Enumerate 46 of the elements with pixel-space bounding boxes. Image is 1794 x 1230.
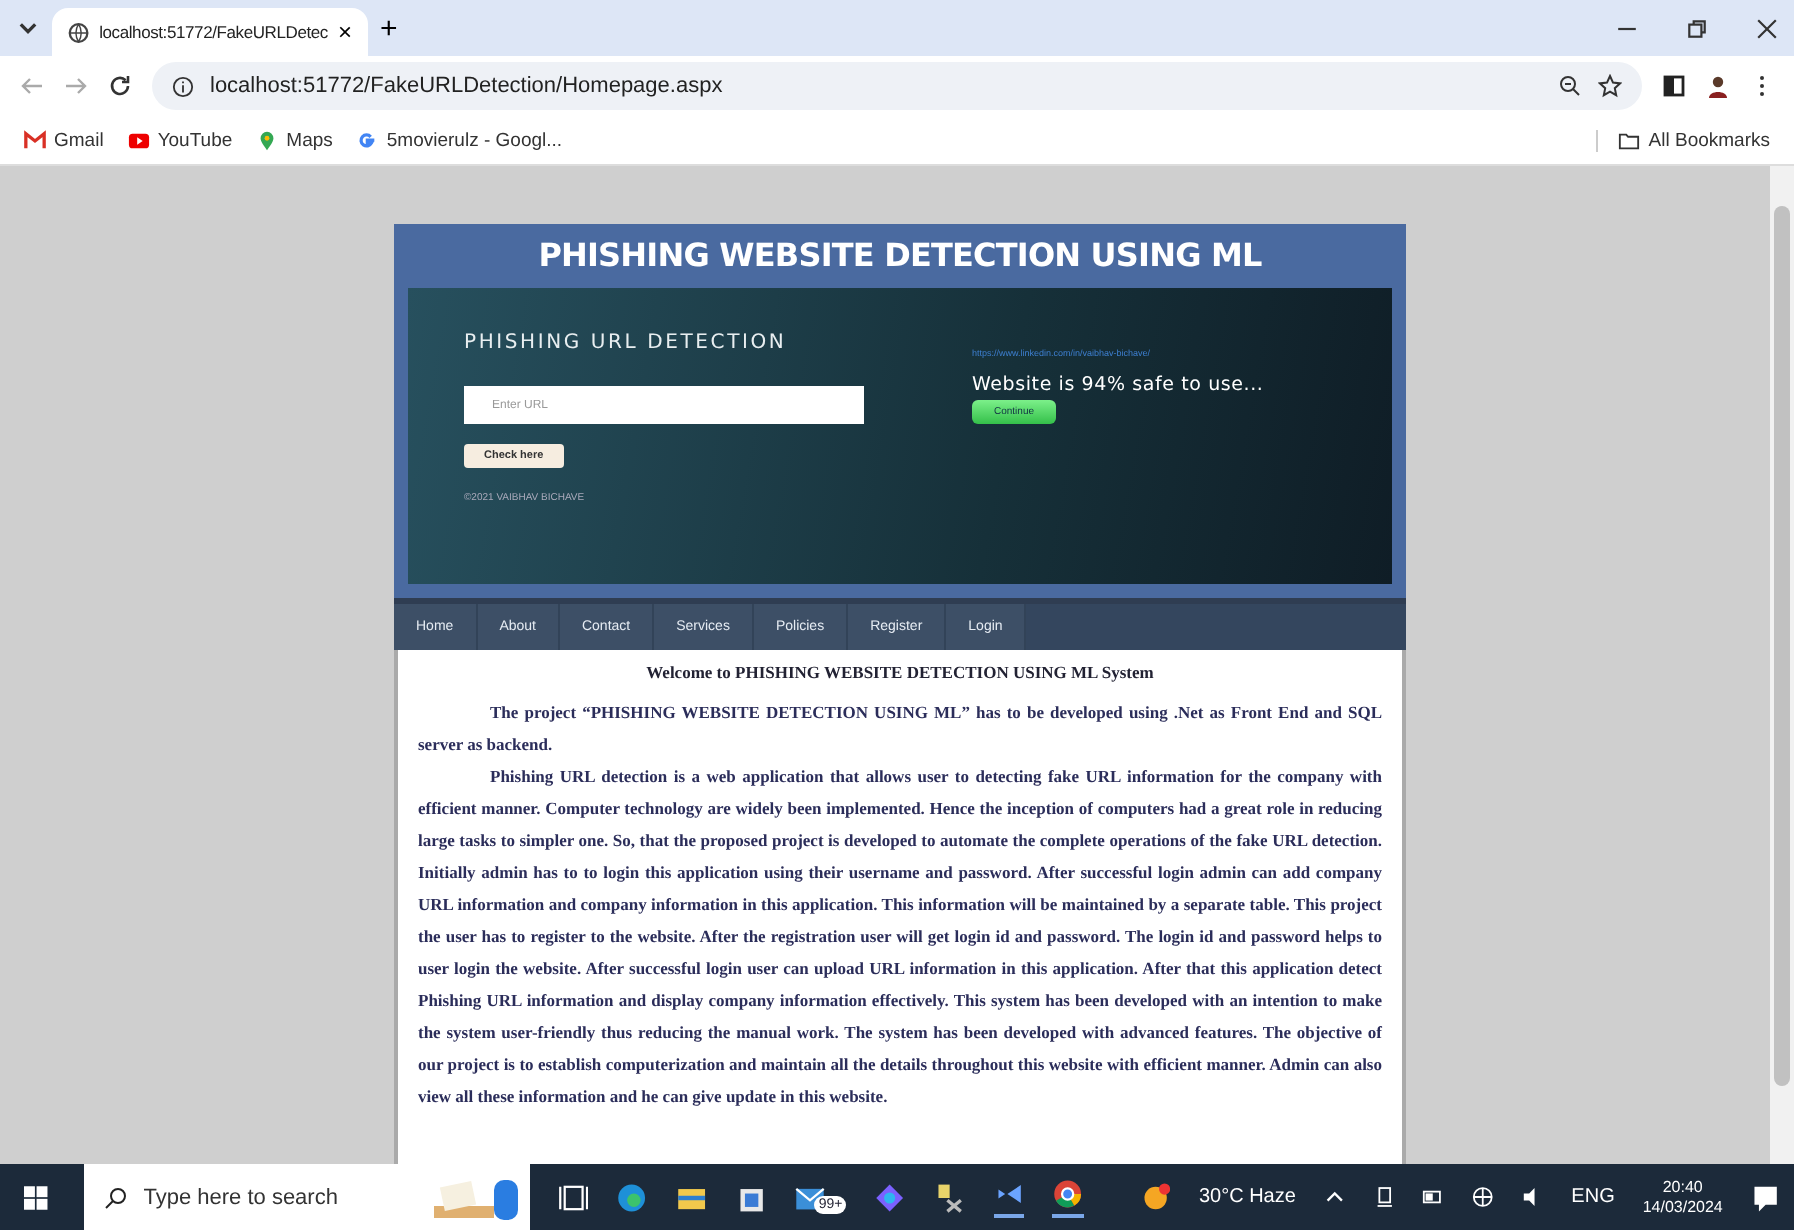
welcome-heading: Welcome to PHISHING WEBSITE DETECTION USING ML System (644, 662, 1156, 682)
language-indicator[interactable]: ENG (1571, 1186, 1615, 1208)
star-icon[interactable] (1598, 74, 1622, 98)
restore-icon[interactable] (1686, 17, 1708, 39)
bookmark[interactable]: Maps (256, 129, 333, 151)
clock[interactable]: 20:40 14/03/2024 (1642, 1178, 1723, 1216)
paragraph: The project “PHISHING WEBSITE DETECTION USING ML” has to be developed using .Net as Front End and SQL server as backend. (418, 700, 1382, 758)
youtube-icon (127, 129, 150, 151)
folder-icon (1618, 129, 1641, 151)
paragraph: Phishing URL detection is a web application that allows user to detecting fake URL information for the company with efficient manner. Computer technology are widely been implemented. Hence the inception of computers had a great role in reducing large tasks to simpler one. So, that the proposed project is developed to automate the complete operations of the fake URL detection. Initially admin has to to login this application using their username and password. After successful login admin can add company URL information and company information in this application. This information will be maintained by a separate table. This project the user has to register to the website. After the registration user will get login id and password. The login id and password helps to user login the website. After successful login user can upload URL information in this application. After that this application detect Phishing URL information and display company information effectively. This system has been developed with an intention to make the system user-friendly thus reducing the manual work. The system has been developed with advanced features. The objective of our project is to establish computerization and maintain all the details throughout this website with efficient manner. Admin can also view all these information and he can give update in this website. (418, 764, 1382, 1110)
task-view-icon[interactable] (557, 1181, 589, 1213)
google-icon (356, 129, 379, 151)
scrollbar[interactable] (1770, 166, 1794, 1164)
new-tab-button[interactable]: + (380, 11, 398, 45)
weather-icon[interactable] (1139, 1181, 1171, 1213)
site-title: PHISHING WEBSITE DETECTION USING ML (536, 234, 1264, 278)
reload-icon[interactable] (108, 74, 132, 98)
zoom-icon[interactable] (1558, 74, 1582, 98)
weather-text[interactable]: 30°C Haze (1198, 1186, 1296, 1208)
map-pin-icon (256, 129, 279, 151)
search-icon (103, 1185, 128, 1209)
close-icon[interactable] (1756, 17, 1778, 39)
all-bookmarks-button[interactable]: All Bookmarks (1596, 129, 1770, 151)
device-icon[interactable] (1373, 1186, 1395, 1208)
battery-icon[interactable] (1422, 1186, 1445, 1208)
globe-icon (68, 21, 90, 43)
tab-title: localhost:51772/FakeURLDetec (99, 22, 328, 42)
browser-tab[interactable]: localhost:51772/FakeURLDetec × (52, 8, 368, 56)
taskbar-search-field[interactable]: Type here to search (83, 1164, 530, 1230)
bookmark[interactable]: Gmail (24, 129, 104, 151)
bookmark[interactable]: 5movierulz - Googl... (356, 129, 563, 151)
banner-heading: PHISHING URL DETECTION (464, 332, 787, 354)
url-text: localhost:51772/FakeURLDetection/Homepage.aspx (210, 74, 723, 98)
windows-start-icon[interactable] (24, 1185, 48, 1209)
network-icon[interactable] (1472, 1186, 1494, 1208)
chrome-icon[interactable] (1052, 1177, 1084, 1217)
info-icon (172, 75, 194, 97)
search-placeholder: Type here to search (143, 1185, 338, 1209)
gmail-icon (24, 129, 46, 151)
side-panel-icon[interactable] (1662, 74, 1686, 98)
notification-icon[interactable] (1750, 1181, 1783, 1213)
close-tab-button[interactable]: × (337, 18, 352, 46)
profile-avatar[interactable] (1706, 74, 1730, 98)
address-bar[interactable]: localhost:51772/FakeURLDetection/Homepage.aspx (152, 62, 1642, 110)
bookmark[interactable]: YouTube (127, 129, 233, 151)
result-message: Website is 94% safe to use... (972, 374, 1264, 396)
